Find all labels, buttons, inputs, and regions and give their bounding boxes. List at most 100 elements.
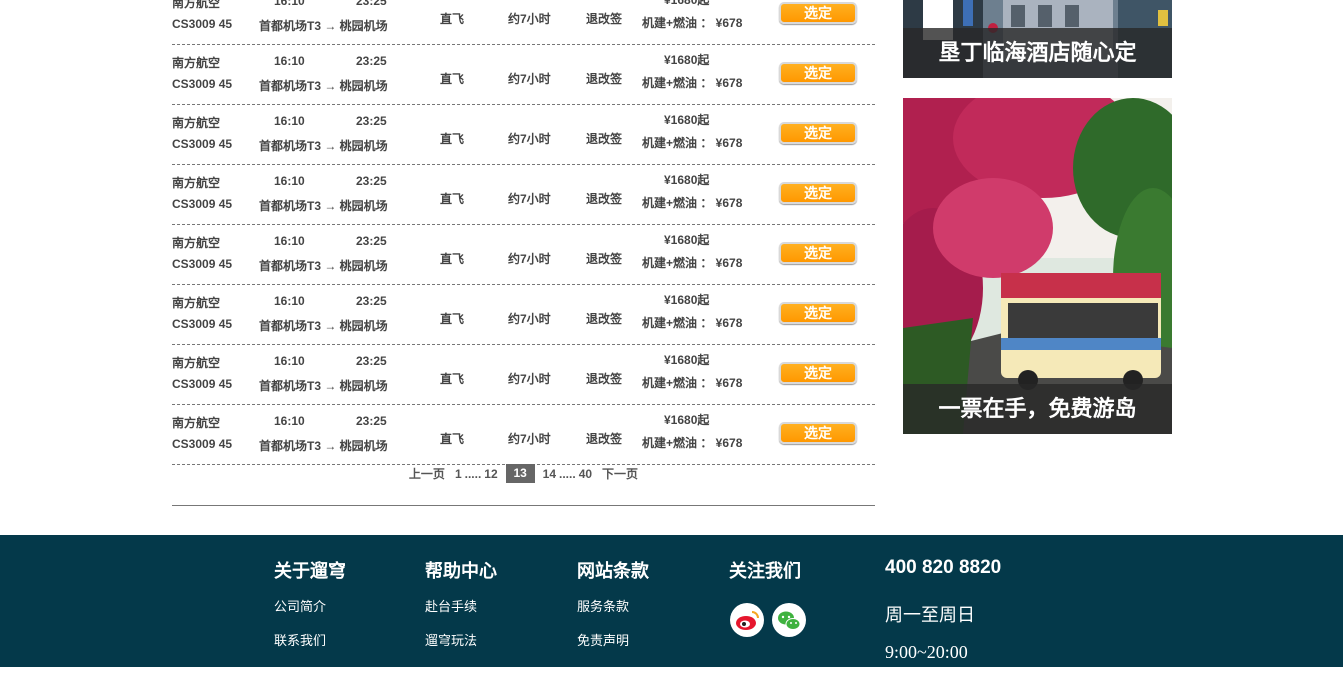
flight-route: 首都机场T3 → 桃园机场 <box>259 379 388 393</box>
promo-island-caption: 一票在手，免费游岛 <box>903 384 1172 434</box>
footer-link-service-terms[interactable]: 服务条款 <box>577 596 649 617</box>
flight-departure-time: 16:10 <box>274 354 305 368</box>
flight-price: ¥1680起 <box>664 113 710 127</box>
pagination-page-14[interactable]: 14 <box>543 467 556 481</box>
flight-tax: 机建+燃油 ： ¥678 <box>642 316 743 330</box>
pagination-next[interactable]: 下一页 <box>602 465 638 482</box>
footer-follow-title: 关注我们 <box>729 561 801 581</box>
flight-arrival-time: 23:25 <box>356 354 387 368</box>
flight-duration: 约7小时 <box>508 372 551 386</box>
flight-airline: 南方航空 <box>172 416 221 430</box>
pagination-page-1[interactable]: 1 <box>455 467 462 481</box>
pagination-ellipsis: ..... <box>559 466 576 481</box>
flight-route: 首都机场T3 → 桃园机场 <box>259 199 388 213</box>
select-flight-button[interactable]: 选定 <box>779 122 857 144</box>
footer-terms-title: 网站条款 <box>577 561 649 581</box>
pagination-page-12[interactable]: 12 <box>484 467 497 481</box>
pagination-current-page: 13 <box>505 464 535 483</box>
flight-type: 直飞 <box>440 252 465 266</box>
flight-number: CS3009 45 <box>172 437 233 451</box>
footer-terms: 网站条款 服务条款 免责声明 <box>577 557 649 651</box>
flight-price: ¥1680起 <box>664 0 710 7</box>
flight-arrival-time: 23:25 <box>356 174 387 188</box>
flight-price: ¥1680起 <box>664 233 710 247</box>
select-flight-button[interactable]: 选定 <box>779 2 857 24</box>
flight-tax: 机建+燃油 ： ¥678 <box>642 436 743 450</box>
flight-airline: 南方航空 <box>172 176 221 190</box>
flight-departure-time: 16:10 <box>274 114 305 128</box>
flight-refund-policy[interactable]: 退改签 <box>586 70 622 87</box>
select-flight-button[interactable]: 选定 <box>779 422 857 444</box>
flight-refund-policy[interactable]: 退改签 <box>586 430 622 447</box>
select-flight-button[interactable]: 选定 <box>779 362 857 384</box>
flight-price: ¥1680起 <box>664 53 710 67</box>
footer-help: 帮助中心 赴台手续 遛穹玩法 常见问题 <box>425 557 497 685</box>
flight-number: CS3009 45 <box>172 317 233 331</box>
flight-arrival-time: 23:25 <box>356 414 387 428</box>
flight-row: 南方航空 CS3009 45 16:10 23:25 首都机场T3 → 桃园机场 直飞 约7… <box>172 345 875 405</box>
flight-type: 直飞 <box>440 132 465 146</box>
flight-duration: 约7小时 <box>508 72 551 86</box>
flight-refund-policy[interactable]: 退改签 <box>586 370 622 387</box>
flight-list: 南方航空 CS3009 45 16:10 23:25 首都机场T3 → 桃园机场 直飞 约7… <box>172 0 875 465</box>
flight-price: ¥1680起 <box>664 293 710 307</box>
flight-route: 首都机场T3 → 桃园机场 <box>259 319 388 333</box>
footer-link-order-notes[interactable]: 订购须知 <box>274 664 346 685</box>
flight-refund-policy[interactable]: 退改签 <box>586 190 622 207</box>
flight-row: 南方航空 CS3009 45 16:10 23:25 首都机场T3 → 桃园机场 直飞 约7… <box>172 0 875 45</box>
flight-airline: 南方航空 <box>172 116 221 130</box>
flight-number: CS3009 45 <box>172 77 233 91</box>
flight-price: ¥1680起 <box>664 353 710 367</box>
footer-phone: 400 820 8820 <box>885 557 1002 578</box>
weibo-icon[interactable] <box>730 603 764 637</box>
select-flight-button[interactable]: 选定 <box>779 182 857 204</box>
promo-island-tour[interactable]: 一票在手，免费游岛 <box>903 98 1172 434</box>
footer-hours-days: 周一至周日 <box>885 605 975 625</box>
flight-arrival-time: 23:25 <box>356 54 387 68</box>
flight-arrival-time: 23:25 <box>356 234 387 248</box>
flight-number: CS3009 45 <box>172 197 233 211</box>
flight-row: 南方航空 CS3009 45 16:10 23:25 首都机场T3 → 桃园机场 直飞 约7… <box>172 165 875 225</box>
divider <box>172 505 875 506</box>
flight-refund-policy[interactable]: 退改签 <box>586 130 622 147</box>
select-flight-button[interactable]: 选定 <box>779 62 857 84</box>
flight-route: 首都机场T3 → 桃园机场 <box>259 79 388 93</box>
flight-type: 直飞 <box>440 312 465 326</box>
flight-departure-time: 16:10 <box>274 294 305 308</box>
footer-link-company[interactable]: 公司简介 <box>274 596 346 617</box>
flight-price: ¥1680起 <box>664 413 710 427</box>
promo-hotel[interactable]: 垦丁临海酒店随心定 <box>903 0 1172 78</box>
flight-tax: 机建+燃油 ： ¥678 <box>642 256 743 270</box>
select-flight-button[interactable]: 选定 <box>779 302 857 324</box>
select-flight-button[interactable]: 选定 <box>779 242 857 264</box>
flight-departure-time: 16:10 <box>274 414 305 428</box>
flight-route: 首都机场T3 → 桃园机场 <box>259 139 388 153</box>
footer-help-title: 帮助中心 <box>425 561 497 581</box>
pagination: 上一页 1..... 12 13 14..... 40 下一页 <box>172 464 875 483</box>
flight-duration: 约7小时 <box>508 192 551 206</box>
flight-row: 南方航空 CS3009 45 16:10 23:25 首都机场T3 → 桃园机场 直飞 约7… <box>172 45 875 105</box>
flight-refund-policy[interactable]: 退改签 <box>586 310 622 327</box>
flight-type: 直飞 <box>440 192 465 206</box>
footer-link-how-to-play[interactable]: 遛穹玩法 <box>425 630 497 651</box>
pagination-page-40[interactable]: 40 <box>579 467 592 481</box>
footer-link-disclaimer[interactable]: 免责声明 <box>577 630 649 651</box>
wechat-icon[interactable] <box>772 603 806 637</box>
flight-number: CS3009 45 <box>172 17 233 31</box>
flight-route: 首都机场T3 → 桃园机场 <box>259 439 388 453</box>
flight-refund-policy[interactable]: 退改签 <box>586 10 622 27</box>
footer-about-title: 关于遛穹 <box>274 561 346 581</box>
promo-hotel-caption: 垦丁临海酒店随心定 <box>903 28 1172 78</box>
flight-type: 直飞 <box>440 432 465 446</box>
flight-airline: 南方航空 <box>172 56 221 70</box>
footer-link-contact[interactable]: 联系我们 <box>274 630 346 651</box>
flight-refund-policy[interactable]: 退改签 <box>586 250 622 267</box>
flight-airline: 南方航空 <box>172 0 221 10</box>
site-footer: 关于遛穹 公司简介 联系我们 订购须知 帮助中心 赴台手续 遛穹玩法 常见问题 … <box>0 535 1343 682</box>
flight-row: 南方航空 CS3009 45 16:10 23:25 首都机场T3 → 桃园机场 直飞 约7… <box>172 105 875 165</box>
flight-duration: 约7小时 <box>508 132 551 146</box>
footer-link-faq[interactable]: 常见问题 <box>425 664 497 685</box>
flight-row: 南方航空 CS3009 45 16:10 23:25 首都机场T3 → 桃园机场 直飞 约7… <box>172 405 875 465</box>
footer-link-taiwan-procedures[interactable]: 赴台手续 <box>425 596 497 617</box>
pagination-prev[interactable]: 上一页 <box>409 465 445 482</box>
